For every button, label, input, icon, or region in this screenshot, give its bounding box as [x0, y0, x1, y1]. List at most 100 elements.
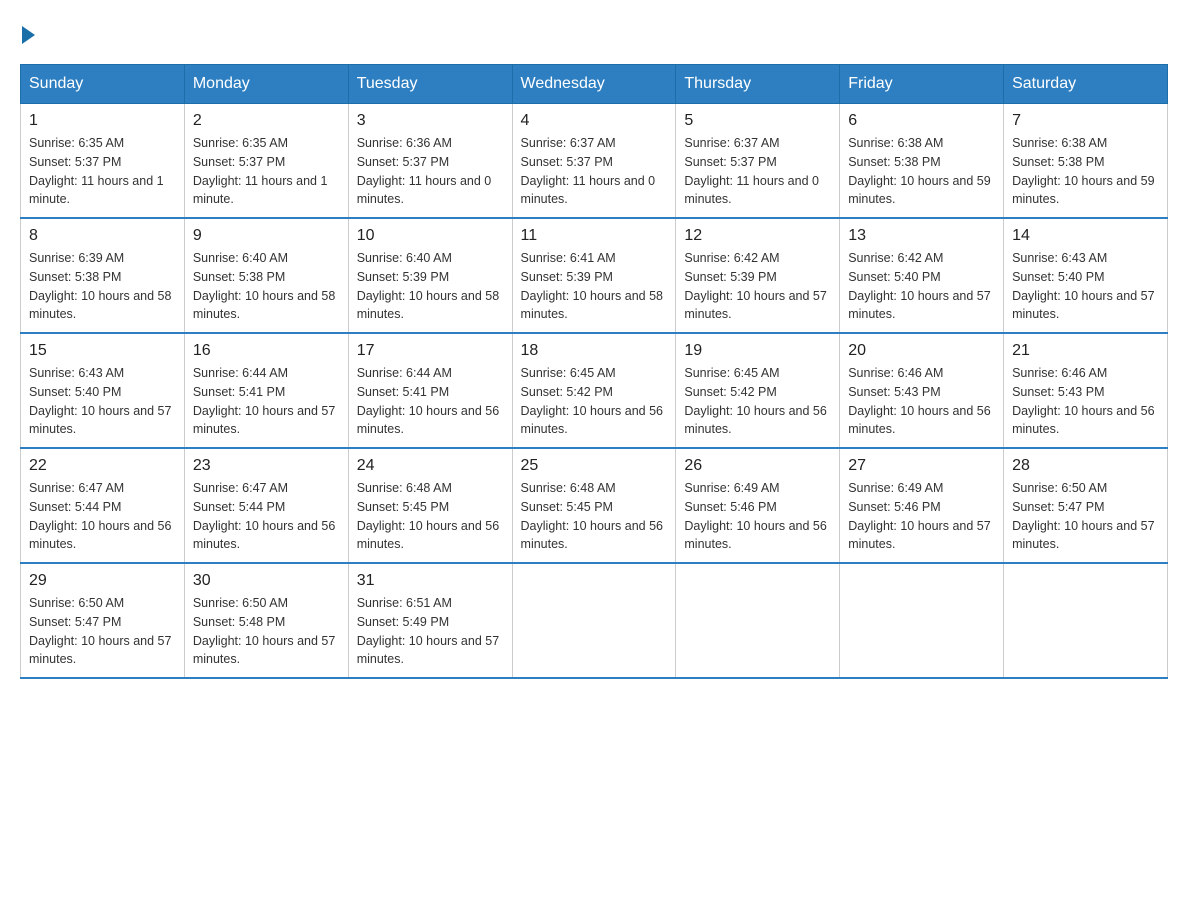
day-number: 30	[193, 572, 340, 590]
day-info: Sunrise: 6:35 AMSunset: 5:37 PMDaylight:…	[193, 134, 340, 209]
header-cell-tuesday: Tuesday	[348, 65, 512, 104]
day-cell: 11 Sunrise: 6:41 AMSunset: 5:39 PMDayligh…	[512, 218, 676, 333]
day-info: Sunrise: 6:40 AMSunset: 5:39 PMDaylight:…	[357, 249, 504, 324]
day-number: 25	[521, 457, 668, 475]
day-cell: 10 Sunrise: 6:40 AMSunset: 5:39 PMDayligh…	[348, 218, 512, 333]
day-number: 15	[29, 342, 176, 360]
day-info: Sunrise: 6:43 AMSunset: 5:40 PMDaylight:…	[1012, 249, 1159, 324]
week-row-2: 8Sunrise: 6:39 AMSunset: 5:38 PMDaylight…	[21, 218, 1168, 333]
week-row-1: 1 Sunrise: 6:35 AMSunset: 5:37 PMDaylight…	[21, 104, 1168, 219]
day-number: 22	[29, 457, 176, 475]
day-info: Sunrise: 6:37 AMSunset: 5:37 PMDaylight:…	[521, 134, 668, 209]
day-cell: 7 Sunrise: 6:38 AMSunset: 5:38 PMDaylight…	[1004, 104, 1168, 219]
day-number: 27	[848, 457, 995, 475]
logo	[20, 20, 35, 44]
day-number: 17	[357, 342, 504, 360]
day-info: Sunrise: 6:45 AMSunset: 5:42 PMDaylight:…	[521, 364, 668, 439]
day-cell: 31 Sunrise: 6:51 AMSunset: 5:49 PMDayligh…	[348, 563, 512, 678]
day-number: 14	[1012, 227, 1159, 245]
day-cell: 27 Sunrise: 6:49 AMSunset: 5:46 PMDayligh…	[840, 448, 1004, 563]
day-info: Sunrise: 6:38 AMSunset: 5:38 PMDaylight:…	[1012, 134, 1159, 209]
day-info: Sunrise: 6:37 AMSunset: 5:37 PMDaylight:…	[684, 134, 831, 209]
day-info: Sunrise: 6:44 AMSunset: 5:41 PMDaylight:…	[357, 364, 504, 439]
day-info: Sunrise: 6:44 AMSunset: 5:41 PMDaylight:…	[193, 364, 340, 439]
day-number: 4	[521, 112, 668, 130]
day-cell: 21 Sunrise: 6:46 AMSunset: 5:43 PMDayligh…	[1004, 333, 1168, 448]
day-info: Sunrise: 6:36 AMSunset: 5:37 PMDaylight:…	[357, 134, 504, 209]
day-number: 18	[521, 342, 668, 360]
day-cell: 30 Sunrise: 6:50 AMSunset: 5:48 PMDayligh…	[184, 563, 348, 678]
day-number: 7	[1012, 112, 1159, 130]
day-number: 20	[848, 342, 995, 360]
day-cell	[840, 563, 1004, 678]
week-row-3: 15Sunrise: 6:43 AMSunset: 5:40 PMDayligh…	[21, 333, 1168, 448]
day-cell: 25 Sunrise: 6:48 AMSunset: 5:45 PMDayligh…	[512, 448, 676, 563]
day-cell: 5 Sunrise: 6:37 AMSunset: 5:37 PMDaylight…	[676, 104, 840, 219]
day-number: 11	[521, 227, 668, 245]
day-info: Sunrise: 6:47 AMSunset: 5:44 PMDaylight:…	[29, 479, 176, 554]
week-row-5: 29 Sunrise: 6:50 AMSunset: 5:47 PMDayligh…	[21, 563, 1168, 678]
day-cell: 13Sunrise: 6:42 AMSunset: 5:40 PMDayligh…	[840, 218, 1004, 333]
header-cell-monday: Monday	[184, 65, 348, 104]
day-info: Sunrise: 6:48 AMSunset: 5:45 PMDaylight:…	[521, 479, 668, 554]
day-cell: 14 Sunrise: 6:43 AMSunset: 5:40 PMDayligh…	[1004, 218, 1168, 333]
header-cell-wednesday: Wednesday	[512, 65, 676, 104]
day-info: Sunrise: 6:46 AMSunset: 5:43 PMDaylight:…	[848, 364, 995, 439]
day-number: 3	[357, 112, 504, 130]
day-info: Sunrise: 6:49 AMSunset: 5:46 PMDaylight:…	[684, 479, 831, 554]
calendar-header: SundayMondayTuesdayWednesdayThursdayFrid…	[21, 65, 1168, 104]
day-number: 31	[357, 572, 504, 590]
day-cell: 17 Sunrise: 6:44 AMSunset: 5:41 PMDayligh…	[348, 333, 512, 448]
day-info: Sunrise: 6:49 AMSunset: 5:46 PMDaylight:…	[848, 479, 995, 554]
day-cell: 4 Sunrise: 6:37 AMSunset: 5:37 PMDaylight…	[512, 104, 676, 219]
day-info: Sunrise: 6:41 AMSunset: 5:39 PMDaylight:…	[521, 249, 668, 324]
header-cell-friday: Friday	[840, 65, 1004, 104]
day-cell: 12 Sunrise: 6:42 AMSunset: 5:39 PMDayligh…	[676, 218, 840, 333]
day-info: Sunrise: 6:48 AMSunset: 5:45 PMDaylight:…	[357, 479, 504, 554]
day-number: 21	[1012, 342, 1159, 360]
day-info: Sunrise: 6:51 AMSunset: 5:49 PMDaylight:…	[357, 594, 504, 669]
day-number: 26	[684, 457, 831, 475]
day-cell: 16 Sunrise: 6:44 AMSunset: 5:41 PMDayligh…	[184, 333, 348, 448]
day-info: Sunrise: 6:50 AMSunset: 5:47 PMDaylight:…	[29, 594, 176, 669]
day-number: 16	[193, 342, 340, 360]
day-number: 29	[29, 572, 176, 590]
day-cell: 2 Sunrise: 6:35 AMSunset: 5:37 PMDaylight…	[184, 104, 348, 219]
day-cell: 22 Sunrise: 6:47 AMSunset: 5:44 PMDayligh…	[21, 448, 185, 563]
day-cell: 8Sunrise: 6:39 AMSunset: 5:38 PMDaylight…	[21, 218, 185, 333]
day-info: Sunrise: 6:35 AMSunset: 5:37 PMDaylight:…	[29, 134, 176, 209]
day-number: 28	[1012, 457, 1159, 475]
day-number: 10	[357, 227, 504, 245]
week-row-4: 22 Sunrise: 6:47 AMSunset: 5:44 PMDayligh…	[21, 448, 1168, 563]
day-info: Sunrise: 6:42 AMSunset: 5:39 PMDaylight:…	[684, 249, 831, 324]
day-info: Sunrise: 6:40 AMSunset: 5:38 PMDaylight:…	[193, 249, 340, 324]
day-info: Sunrise: 6:38 AMSunset: 5:38 PMDaylight:…	[848, 134, 995, 209]
day-cell: 19Sunrise: 6:45 AMSunset: 5:42 PMDayligh…	[676, 333, 840, 448]
header-cell-saturday: Saturday	[1004, 65, 1168, 104]
day-number: 12	[684, 227, 831, 245]
day-info: Sunrise: 6:47 AMSunset: 5:44 PMDaylight:…	[193, 479, 340, 554]
day-number: 9	[193, 227, 340, 245]
header-cell-sunday: Sunday	[21, 65, 185, 104]
day-cell	[512, 563, 676, 678]
day-cell: 29 Sunrise: 6:50 AMSunset: 5:47 PMDayligh…	[21, 563, 185, 678]
day-number: 5	[684, 112, 831, 130]
day-info: Sunrise: 6:46 AMSunset: 5:43 PMDaylight:…	[1012, 364, 1159, 439]
day-cell: 1 Sunrise: 6:35 AMSunset: 5:37 PMDaylight…	[21, 104, 185, 219]
day-cell: 15Sunrise: 6:43 AMSunset: 5:40 PMDayligh…	[21, 333, 185, 448]
day-cell: 6Sunrise: 6:38 AMSunset: 5:38 PMDaylight…	[840, 104, 1004, 219]
day-number: 23	[193, 457, 340, 475]
day-cell: 24 Sunrise: 6:48 AMSunset: 5:45 PMDayligh…	[348, 448, 512, 563]
calendar-table: SundayMondayTuesdayWednesdayThursdayFrid…	[20, 64, 1168, 679]
day-cell: 20 Sunrise: 6:46 AMSunset: 5:43 PMDayligh…	[840, 333, 1004, 448]
day-cell: 26 Sunrise: 6:49 AMSunset: 5:46 PMDayligh…	[676, 448, 840, 563]
day-info: Sunrise: 6:50 AMSunset: 5:48 PMDaylight:…	[193, 594, 340, 669]
day-number: 24	[357, 457, 504, 475]
day-cell: 18 Sunrise: 6:45 AMSunset: 5:42 PMDayligh…	[512, 333, 676, 448]
day-number: 13	[848, 227, 995, 245]
day-cell: 23 Sunrise: 6:47 AMSunset: 5:44 PMDayligh…	[184, 448, 348, 563]
day-number: 1	[29, 112, 176, 130]
day-number: 8	[29, 227, 176, 245]
day-cell: 9 Sunrise: 6:40 AMSunset: 5:38 PMDaylight…	[184, 218, 348, 333]
day-number: 2	[193, 112, 340, 130]
